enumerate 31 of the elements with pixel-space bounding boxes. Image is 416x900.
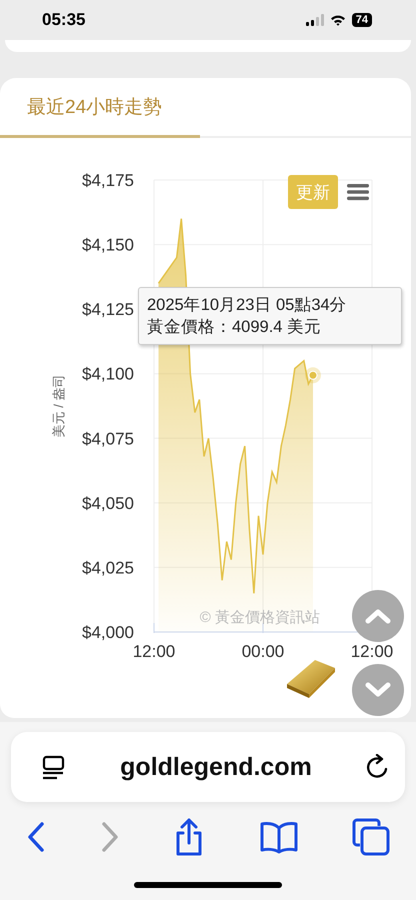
wifi-icon [330,14,346,26]
page-menu-icon[interactable] [41,754,67,780]
reload-icon[interactable] [365,754,389,780]
chevron-down-icon [365,682,391,698]
tooltip-text: 黃金價格：4099.4 美元 [147,317,322,338]
y-tick-label: $4,175 [82,171,134,190]
update-button[interactable]: 更新 [288,175,338,209]
chevron-up-icon [365,608,391,624]
status-time: 05:35 [42,10,86,30]
credit-text: © 黃金價格資訊站 [200,609,320,626]
y-axis-title: 美元 / 盎司 [51,374,66,438]
y-tick-label: $4,125 [82,300,134,320]
x-tick-label: 12:00 [132,642,176,661]
url-text: goldlegend.com [120,752,312,782]
x-tick-label: 00:00 [242,642,284,661]
y-tick-label: $4,075 [82,429,134,448]
y-tick-label: $4,100 [82,364,134,384]
tabs-icon[interactable] [352,818,390,856]
battery-level: 74 [352,13,372,27]
tooltip-text: 2025年10月23日 05點34分 [147,295,348,316]
y-tick-label: $4,025 [82,558,134,578]
signal-icon [306,14,324,26]
address-bar[interactable]: goldlegend.com [11,732,405,802]
x-tick-label: 12:00 [350,642,394,661]
y-tick-label: $4,000 [82,623,134,642]
y-tick-label: $4,050 [82,494,134,513]
book-icon[interactable] [258,820,298,854]
y-tick-label: $4,150 [82,236,134,255]
tab[interactable]: 最近24小時走勢 [0,78,200,138]
menu-icon[interactable] [347,183,369,201]
back-icon[interactable] [26,821,46,853]
